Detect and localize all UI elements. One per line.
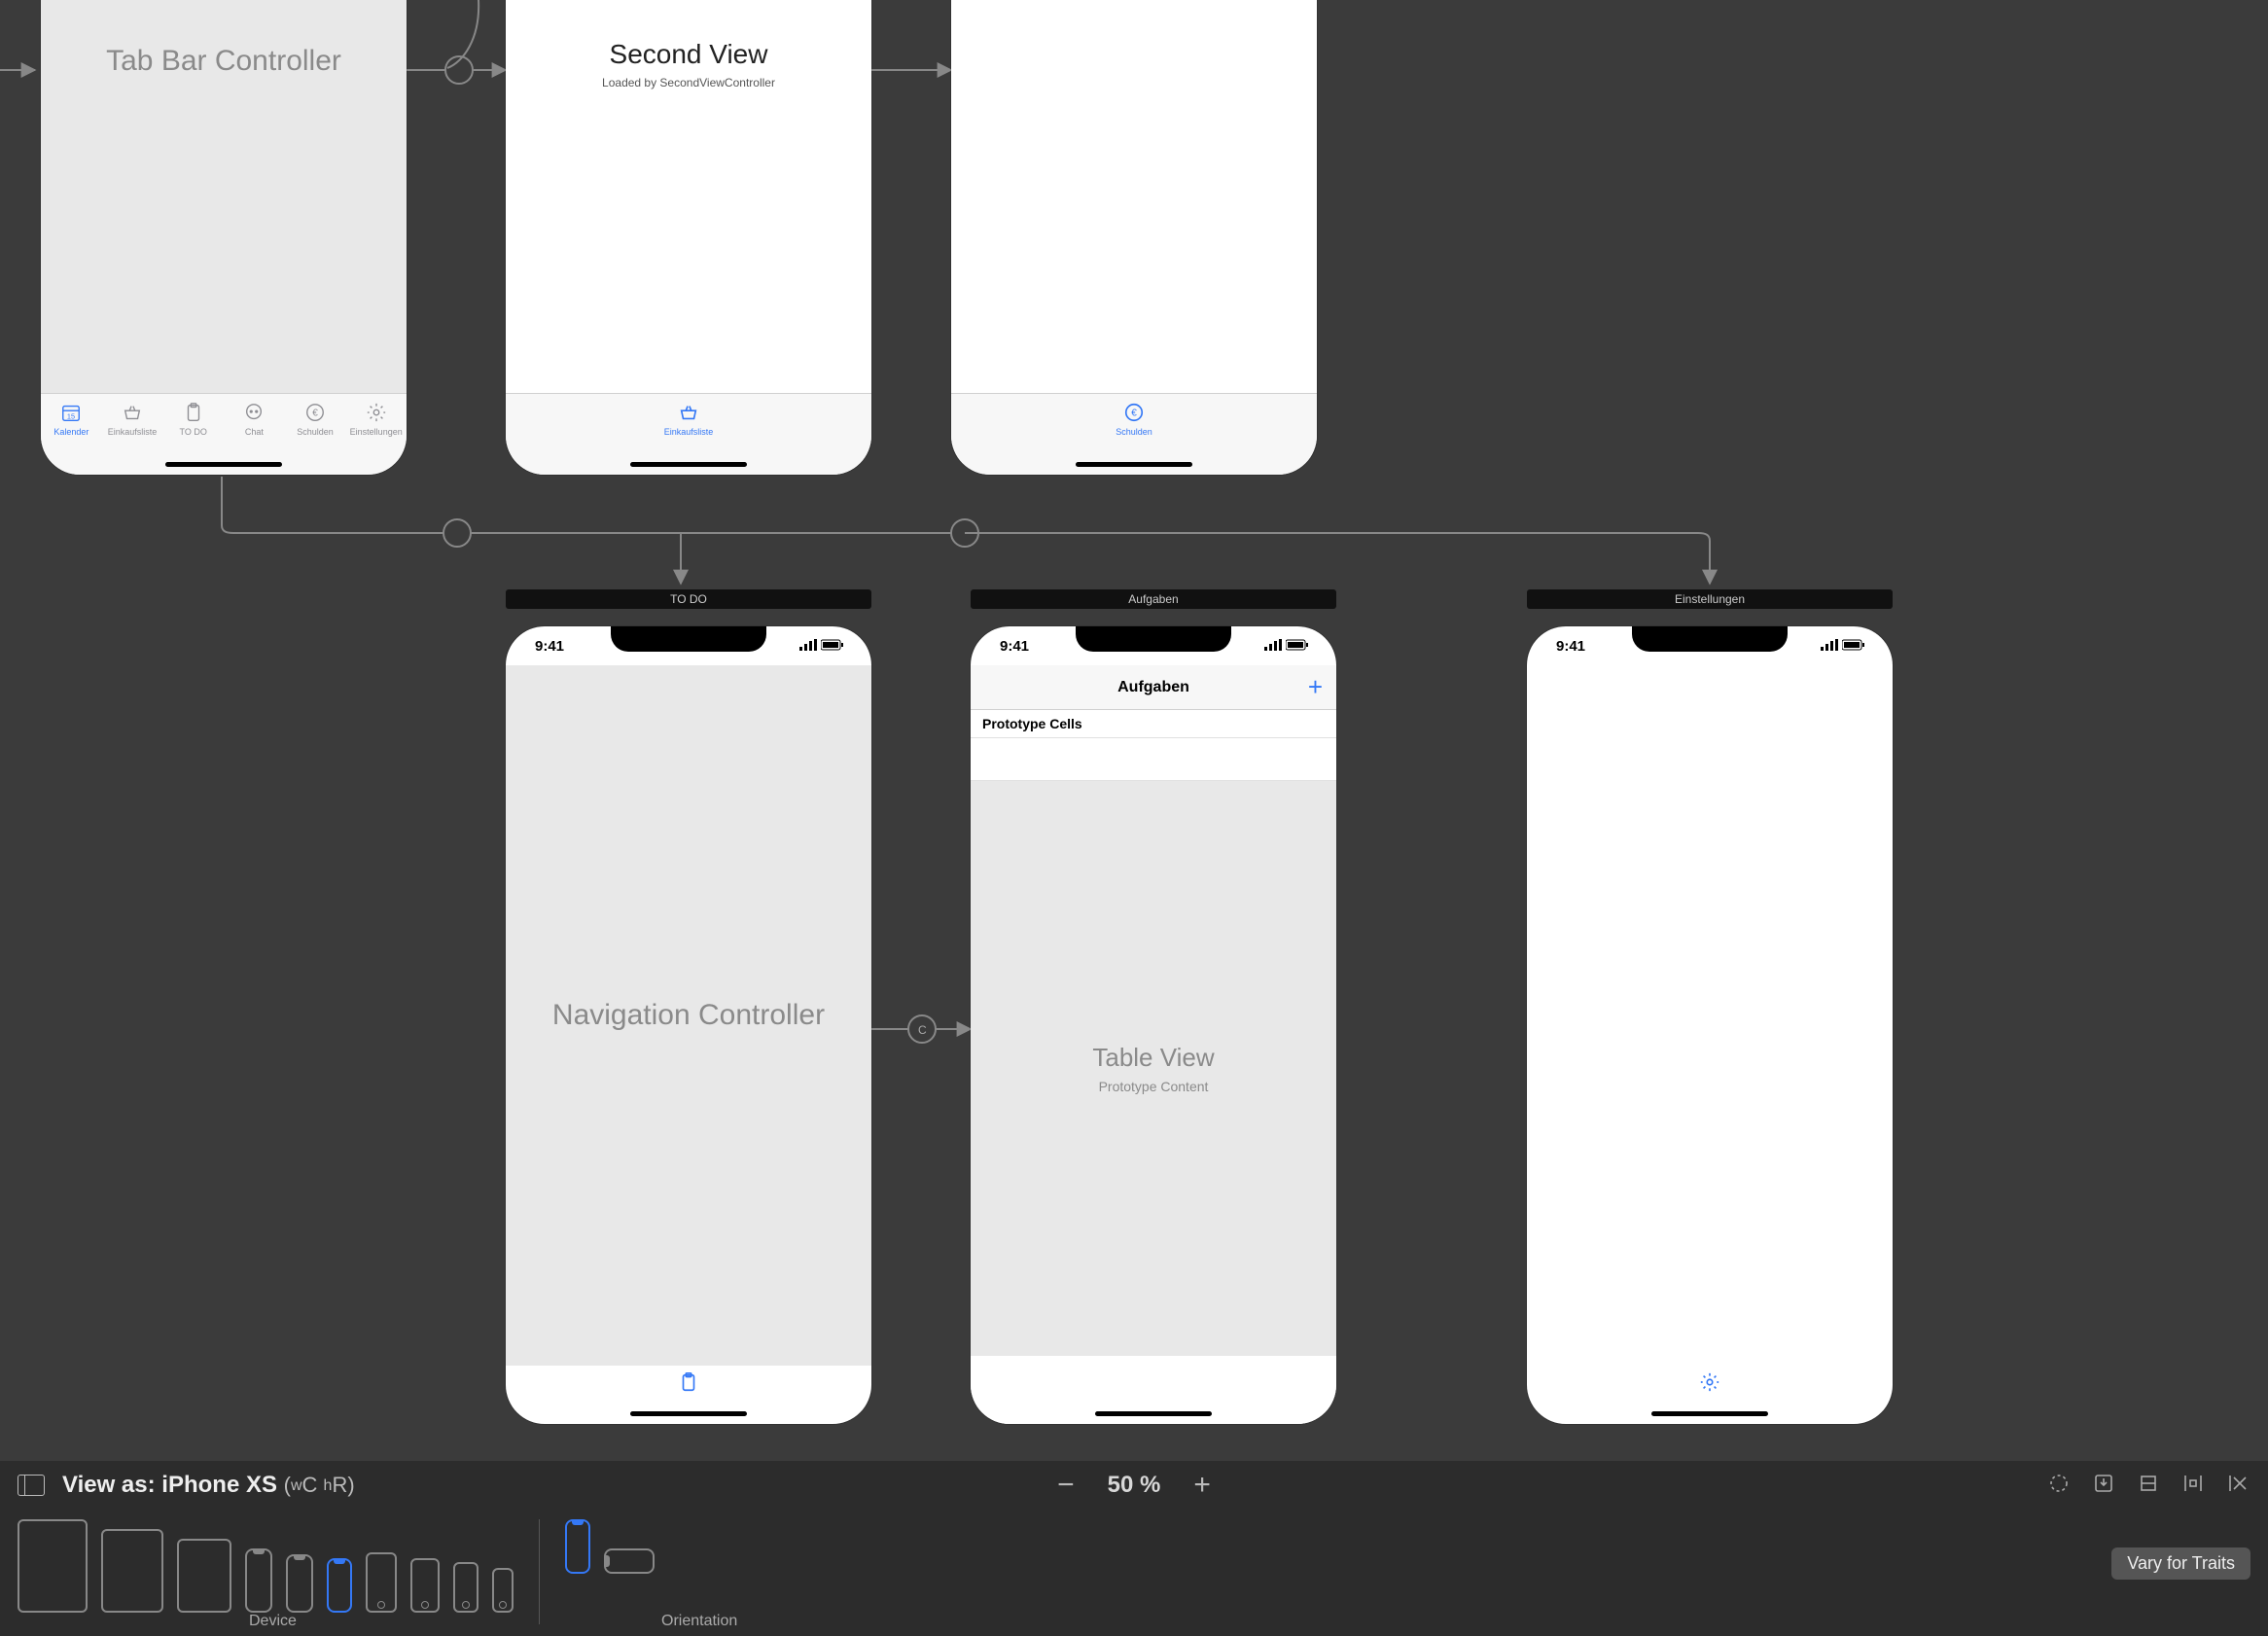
battery-icon bbox=[1286, 638, 1309, 655]
scene-header-einstellungen[interactable]: Einstellungen bbox=[1527, 589, 1893, 609]
tab-label: Schulden bbox=[297, 427, 334, 437]
device-ipad-large[interactable] bbox=[18, 1519, 88, 1613]
statusbar-time: 9:41 bbox=[1000, 638, 1029, 655]
scene-aufgaben[interactable]: 9:41 Aufgaben + Prototype Cells Table Vi… bbox=[971, 626, 1336, 1424]
second-view-subtitle: Loaded by SecondViewController bbox=[506, 76, 871, 89]
add-button[interactable]: + bbox=[1308, 672, 1323, 702]
device-iphone-xs[interactable] bbox=[327, 1558, 352, 1613]
home-indicator bbox=[165, 462, 282, 467]
device-iphone-8[interactable] bbox=[410, 1558, 440, 1613]
vary-for-traits-button[interactable]: Vary for Traits bbox=[2111, 1547, 2250, 1580]
zoom-controls: − 50 % + bbox=[1057, 1469, 1211, 1502]
home-indicator bbox=[630, 462, 747, 467]
svg-text:€: € bbox=[1131, 409, 1137, 419]
orientation-portrait[interactable] bbox=[565, 1519, 590, 1574]
chat-icon bbox=[242, 402, 266, 425]
tab-label: Kalender bbox=[53, 427, 89, 437]
tableview-subtitle: Prototype Content bbox=[1099, 1079, 1209, 1094]
device-iphone-4s[interactable] bbox=[492, 1568, 514, 1613]
view-as-label[interactable]: View as: iPhone XS (wC hR) bbox=[62, 1472, 355, 1499]
calendar-icon: 15 bbox=[59, 402, 83, 425]
phone-notch bbox=[1632, 626, 1788, 652]
tab-einstellungen[interactable]: Einstellungen bbox=[345, 394, 407, 475]
tab-label: Einstellungen bbox=[350, 427, 403, 437]
tabbar-controller-title: Tab Bar Controller bbox=[41, 45, 407, 78]
table-row[interactable] bbox=[971, 738, 1336, 781]
device-iphone-xr[interactable] bbox=[286, 1554, 313, 1613]
euro-icon: € bbox=[303, 402, 327, 425]
tab-einkaufsliste[interactable]: Einkaufsliste bbox=[102, 394, 163, 475]
align-icon[interactable] bbox=[2136, 1472, 2161, 1500]
refresh-views-icon[interactable] bbox=[2046, 1472, 2072, 1500]
gear-icon bbox=[1699, 1371, 1720, 1398]
tab-label: Einkaufsliste bbox=[664, 427, 714, 437]
battery-icon bbox=[1842, 638, 1865, 655]
device-picker bbox=[18, 1519, 514, 1613]
device-iphone-plus[interactable] bbox=[366, 1552, 397, 1613]
gear-icon bbox=[365, 402, 388, 425]
zoom-in-button[interactable]: + bbox=[1193, 1469, 1211, 1502]
basket-icon bbox=[677, 402, 700, 425]
device-iphone-se[interactable] bbox=[453, 1562, 478, 1613]
scene-header-aufgaben[interactable]: Aufgaben bbox=[971, 589, 1336, 609]
tab-kalender[interactable]: 15 Kalender bbox=[41, 394, 102, 475]
device-ipad-small[interactable] bbox=[177, 1539, 231, 1613]
aufgaben-navbar: Aufgaben + bbox=[971, 665, 1336, 710]
signal-icon bbox=[1821, 638, 1838, 655]
tab-label: Chat bbox=[245, 427, 264, 437]
nav-controller-title: Navigation Controller bbox=[552, 999, 825, 1032]
view-as-device: iPhone XS bbox=[161, 1472, 277, 1498]
prototype-cells-header: Prototype Cells bbox=[971, 710, 1336, 738]
tab-label: Schulden bbox=[1116, 427, 1152, 437]
orientation-landscape[interactable] bbox=[604, 1548, 655, 1574]
home-indicator bbox=[1095, 1411, 1212, 1416]
svg-text:15: 15 bbox=[67, 411, 75, 420]
orientation-group-label: Orientation bbox=[661, 1613, 737, 1630]
zoom-out-button[interactable]: − bbox=[1057, 1469, 1075, 1502]
phone-notch bbox=[1076, 626, 1231, 652]
statusbar-time: 9:41 bbox=[535, 638, 564, 655]
basket-icon bbox=[121, 402, 144, 425]
svg-text:€: € bbox=[312, 409, 318, 419]
tableview-title: Table View bbox=[1092, 1043, 1214, 1073]
resolve-constraints-icon[interactable] bbox=[2225, 1472, 2250, 1500]
signal-icon bbox=[799, 638, 817, 655]
device-ipad-medium[interactable] bbox=[101, 1529, 163, 1613]
scene-navigation-controller[interactable]: 9:41 Navigation Controller bbox=[506, 626, 871, 1424]
clipboard-icon bbox=[182, 402, 205, 425]
scene-schulden[interactable]: € Schulden bbox=[951, 0, 1317, 475]
home-indicator bbox=[1651, 1411, 1768, 1416]
phone-notch bbox=[611, 626, 766, 652]
navbar-title: Aufgaben bbox=[1117, 679, 1189, 696]
scene-einstellungen[interactable]: 9:41 bbox=[1527, 626, 1893, 1424]
home-indicator bbox=[1076, 462, 1192, 467]
tab-schulden[interactable]: € Schulden bbox=[285, 394, 346, 475]
orientation-picker bbox=[565, 1519, 655, 1574]
scene-tabbar-controller[interactable]: Tab Bar Controller 15 Kalender Einkaufsl… bbox=[41, 0, 407, 475]
device-iphone-max[interactable] bbox=[245, 1548, 272, 1613]
battery-icon bbox=[821, 638, 844, 655]
svg-text:C: C bbox=[918, 1023, 927, 1037]
embed-in-icon[interactable] bbox=[2091, 1472, 2116, 1500]
scene-second-view[interactable]: Second View Loaded by SecondViewControll… bbox=[506, 0, 871, 475]
separator bbox=[539, 1519, 540, 1624]
euro-icon: € bbox=[1122, 402, 1146, 425]
zoom-level: 50 % bbox=[1108, 1472, 1161, 1499]
device-group-label: Device bbox=[249, 1613, 297, 1630]
pin-constraints-icon[interactable] bbox=[2180, 1472, 2206, 1500]
tab-label: Einkaufsliste bbox=[108, 427, 158, 437]
tab-label: TO DO bbox=[180, 427, 207, 437]
view-as-prefix: View as: bbox=[62, 1472, 161, 1498]
scene-header-todo[interactable]: TO DO bbox=[506, 589, 871, 609]
outline-toggle-button[interactable] bbox=[18, 1475, 45, 1496]
trait-bar: View as: iPhone XS (wC hR) − 50 % + bbox=[0, 1461, 2268, 1636]
home-indicator bbox=[630, 1411, 747, 1416]
statusbar-time: 9:41 bbox=[1556, 638, 1585, 655]
clipboard-icon bbox=[678, 1371, 699, 1398]
signal-icon bbox=[1264, 638, 1282, 655]
second-view-title: Second View bbox=[506, 39, 871, 70]
